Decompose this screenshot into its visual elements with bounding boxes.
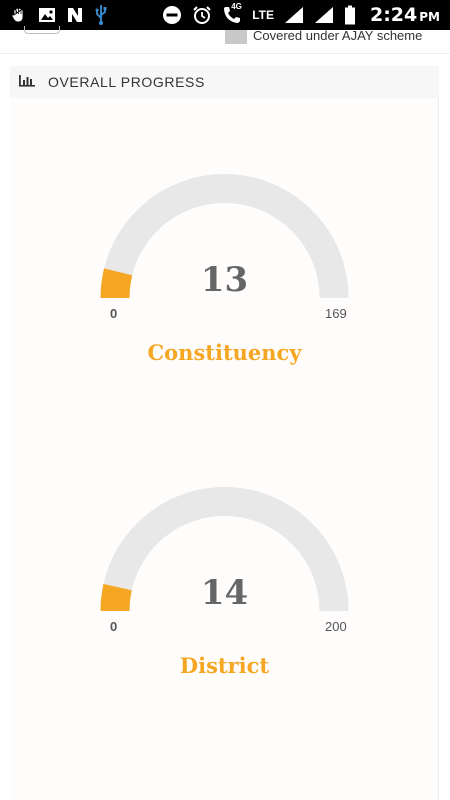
gauge-max: 200 <box>325 619 347 634</box>
status-time-wrap: 2:24 PM <box>370 4 440 26</box>
bar-chart-icon <box>18 73 36 92</box>
gauge-min: 0 <box>110 306 118 321</box>
gauge-min: 0 <box>110 619 118 634</box>
gauge-value: 13 <box>200 260 249 300</box>
status-bar: 4G LTE 2:24 PM <box>0 0 450 30</box>
card-header: OVERALL PROGRESS <box>10 66 439 98</box>
gauge-label: District <box>179 653 270 678</box>
overall-progress-card: OVERALL PROGRESS 13 0 169 Constituency 1… <box>10 66 439 800</box>
alarm-icon <box>192 5 212 25</box>
status-bar-right: 4G LTE 2:24 PM <box>162 2 440 26</box>
legend-label: Covered under AJAY scheme <box>253 28 423 43</box>
hand-icon <box>10 6 28 24</box>
n-icon <box>66 6 84 24</box>
gauge-district: 14 0 200 District <box>10 483 439 703</box>
legend-row: Covered under AJAY scheme <box>0 26 450 54</box>
network-type: LTE <box>252 8 274 22</box>
collapse-toggle[interactable] <box>24 26 60 34</box>
network-tag: 4G <box>231 2 242 11</box>
usb-icon <box>94 4 108 26</box>
card-title: OVERALL PROGRESS <box>48 74 205 90</box>
gauge-constituency: 13 0 169 Constituency <box>10 170 439 390</box>
signal-icon <box>284 6 304 24</box>
status-bar-left <box>10 4 108 26</box>
status-ampm: PM <box>419 10 440 24</box>
battery-icon <box>344 5 356 25</box>
gauge-max: 169 <box>325 306 347 321</box>
gauge-label: Constituency <box>147 340 302 365</box>
image-icon <box>38 6 56 24</box>
gauge-value: 14 <box>200 573 249 613</box>
status-time: 2:24 <box>369 4 418 26</box>
dnd-icon <box>162 5 182 25</box>
signal-icon-2 <box>314 6 334 24</box>
legend-swatch <box>225 30 247 44</box>
call-icon: 4G <box>222 2 242 25</box>
